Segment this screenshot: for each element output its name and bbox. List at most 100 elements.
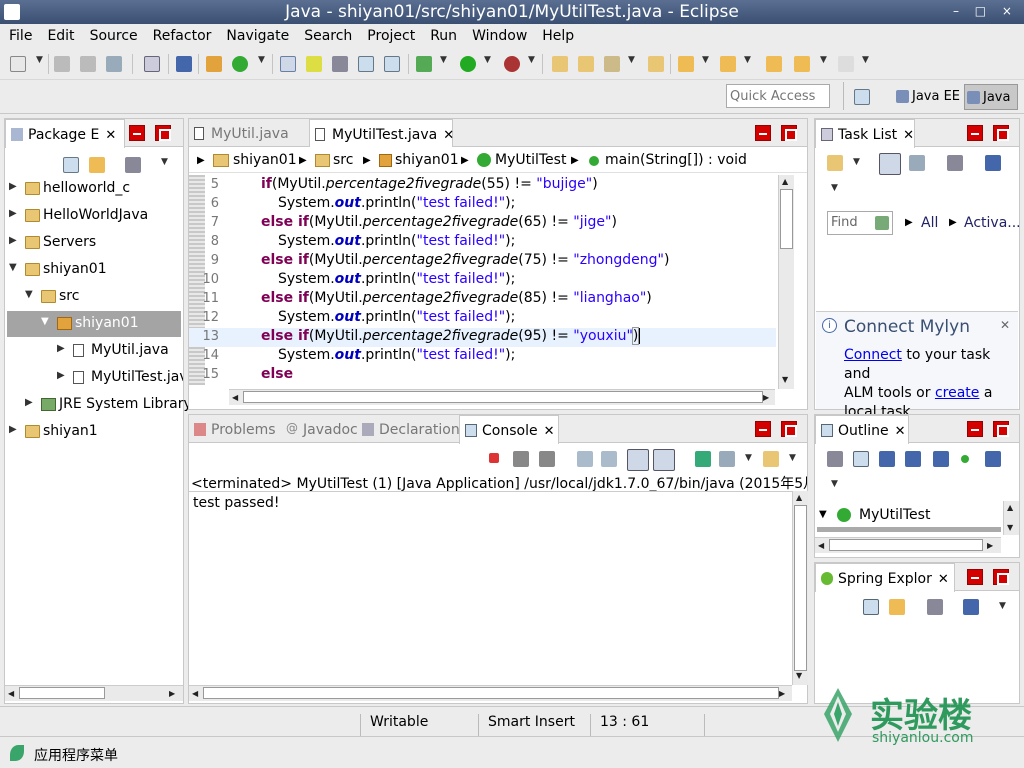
menu-project[interactable]: Project (358, 24, 421, 50)
toggle-mark-icon[interactable] (280, 56, 296, 72)
tab-javadoc[interactable]: @ Javadoc (281, 415, 358, 443)
breadcrumb-project[interactable]: shiyan01 (233, 152, 297, 168)
open-folder-icon[interactable] (578, 56, 594, 72)
tab-problems[interactable]: Problems (189, 415, 281, 443)
close-icon[interactable]: ✕ (938, 572, 949, 587)
close-icon[interactable]: ✕ (895, 424, 906, 439)
save-icon[interactable] (54, 56, 70, 72)
link-editor-icon[interactable] (889, 599, 905, 615)
chevron-down-icon[interactable]: ▼ (36, 55, 43, 65)
maximize-button[interactable] (993, 125, 1009, 141)
close-icon[interactable]: ✕ (443, 128, 454, 143)
prev-annotation-icon[interactable] (720, 56, 736, 72)
minimize-button[interactable] (967, 569, 983, 585)
menu-file[interactable]: File (0, 24, 38, 50)
tree-item-src[interactable]: ▼ src (5, 284, 183, 310)
minimize-button[interactable] (755, 421, 771, 437)
perspective-java-ee[interactable]: Java EE (894, 84, 964, 110)
editor-horizontal-scrollbar[interactable]: ◀ ▶ (229, 389, 775, 405)
minimize-button[interactable] (967, 125, 983, 141)
sort-icon[interactable] (963, 599, 979, 615)
chevron-down-icon[interactable]: ▼ (745, 453, 752, 463)
show-stdout-icon[interactable] (627, 449, 649, 471)
tree-item-servers[interactable]: ▶ Servers (5, 230, 183, 256)
view-menu-icon[interactable]: ▼ (831, 479, 838, 489)
menu-search[interactable]: Search (295, 24, 358, 50)
scroll-lock-icon[interactable] (601, 451, 617, 467)
close-icon[interactable]: ✕ (903, 128, 914, 143)
categorized-icon[interactable] (879, 153, 901, 175)
outline-vertical-scrollbar[interactable]: ▲ ▼ (1003, 501, 1019, 535)
tree-item-helloworld-c[interactable]: ▶ helloworld_c (5, 176, 183, 202)
maximize-button[interactable] (993, 421, 1009, 437)
sort-icon[interactable] (879, 451, 895, 467)
binary-icon[interactable] (144, 56, 160, 72)
terminate-icon[interactable] (489, 453, 499, 463)
view-menu-icon[interactable]: ▼ (831, 183, 838, 193)
menu-source[interactable]: Source (81, 24, 144, 50)
tree-item-myutil-java[interactable]: ▶ MyUtil.java (5, 338, 183, 364)
outline-item-myutiltest[interactable]: ▼ MyUtilTest (815, 505, 1001, 527)
close-icon[interactable]: ✕ (1000, 318, 1010, 332)
search-tool-icon[interactable] (604, 56, 620, 72)
chevron-down-icon[interactable]: ▼ (528, 55, 535, 65)
chevron-down-icon[interactable]: ▼ (820, 55, 827, 65)
tab-myutil-java[interactable]: MyUtil.java (189, 119, 307, 147)
toggle-block-icon[interactable] (332, 56, 348, 72)
link-editor-icon[interactable] (89, 157, 105, 173)
open-type-icon[interactable] (552, 56, 568, 72)
external-tools-icon[interactable] (504, 56, 520, 72)
minimize-button[interactable] (129, 125, 145, 141)
maximize-button[interactable] (155, 125, 171, 141)
task-find-input[interactable]: Find (827, 211, 893, 235)
menu-refactor[interactable]: Refactor (144, 24, 218, 50)
open-task-icon[interactable] (648, 56, 664, 72)
show-whitespace-icon[interactable] (358, 56, 374, 72)
chevron-down-icon[interactable]: ▼ (440, 55, 447, 65)
focus-icon[interactable] (927, 599, 943, 615)
editor-vertical-scrollbar[interactable]: ▲ ▼ (778, 175, 794, 389)
debug-icon[interactable] (416, 56, 432, 72)
horizontal-scrollbar[interactable]: ◀ ▶ (5, 685, 183, 701)
show-stderr-icon[interactable] (653, 449, 675, 471)
tab-console[interactable]: Console ✕ (459, 415, 559, 444)
focus-icon[interactable] (125, 157, 141, 173)
hide-nonpublic-icon[interactable] (961, 455, 969, 463)
console-vertical-scrollbar[interactable]: ▲ ▼ (792, 491, 808, 685)
breadcrumb-class[interactable]: MyUtilTest (495, 152, 566, 168)
code-area[interactable]: 5 if(MyUtil.percentage2fivegrade(55) != … (189, 175, 776, 385)
minimize-button[interactable] (967, 421, 983, 437)
window-controls[interactable]: – □ × (953, 4, 1018, 18)
chevron-down-icon[interactable]: ▼ (258, 55, 265, 65)
application-menu[interactable]: 应用程序菜单 (34, 745, 118, 765)
outline-horizontal-scrollbar[interactable]: ◀ ▶ (815, 537, 1001, 553)
chevron-down-icon[interactable]: ▼ (862, 55, 869, 65)
next-annotation-icon[interactable] (678, 56, 694, 72)
focus-icon[interactable] (827, 451, 843, 467)
chevron-down-icon[interactable]: ▼ (628, 55, 635, 65)
maximize-button[interactable] (781, 125, 797, 141)
tree-item-myutiltest-java[interactable]: ▶ MyUtilTest.jav (5, 365, 183, 391)
save-all-icon[interactable] (80, 56, 96, 72)
view-menu-icon[interactable]: ▼ (161, 157, 168, 167)
last-edit-icon[interactable] (766, 56, 782, 72)
new-class-icon[interactable] (232, 56, 248, 72)
quick-access-input[interactable] (726, 84, 830, 108)
tree-item-helloworldjava[interactable]: ▶ HelloWorldJava (5, 203, 183, 229)
menu-help[interactable]: Help (533, 24, 580, 50)
tab-spring-explorer[interactable]: Spring Explor ✕ (815, 563, 955, 592)
tab-task-list[interactable]: Task List ✕ (815, 119, 915, 148)
menu-run[interactable]: Run (421, 24, 463, 50)
tree-item-jre-library[interactable]: ▶ JRE System Library (5, 392, 192, 418)
chevron-down-icon[interactable]: ▼ (744, 55, 751, 65)
chevron-down-icon[interactable]: ▼ (789, 453, 796, 463)
menu-navigate[interactable]: Navigate (217, 24, 295, 50)
hide-completed-icon[interactable] (985, 155, 1001, 171)
chevron-down-icon[interactable]: ▼ (702, 55, 709, 65)
tree-item-shiyan01[interactable]: ▼ shiyan01 (5, 257, 183, 283)
perspective-java[interactable]: Java (964, 84, 1018, 110)
breadcrumb-method[interactable]: main(String[]) : void (605, 152, 747, 168)
collapse-all-icon[interactable] (853, 451, 869, 467)
clear-console-icon[interactable] (577, 451, 593, 467)
new-task-icon[interactable] (827, 155, 843, 171)
